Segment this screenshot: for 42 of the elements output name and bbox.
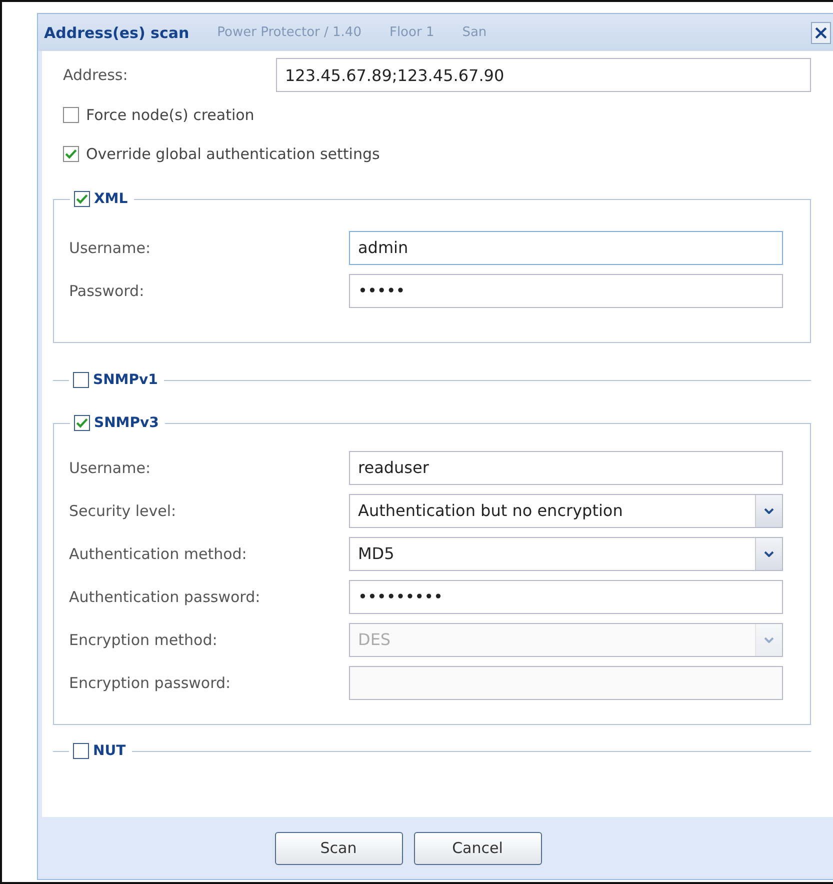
address-field[interactable]: 123.45.67.89;123.45.67.90 [276,58,811,92]
fieldset-legend: NUT [93,743,126,759]
caret-icon [764,508,774,514]
checkbox-label: Force node(s) creation [86,106,254,124]
check-icon [76,418,88,428]
scan-button[interactable]: Scan [274,832,402,864]
close-button[interactable] [811,22,831,44]
checkbox[interactable] [63,106,79,122]
checkbox[interactable] [74,191,90,207]
text-field[interactable]: readuser [349,450,783,484]
field-label: Authentication method: [69,544,248,562]
caret-icon [764,636,774,642]
password-field[interactable]: ••••• [349,274,783,308]
field-label: Username: [69,458,152,476]
field-label: Encryption password: [69,674,232,692]
fieldset-legend: SNMPv3 [94,415,159,431]
caret-icon [764,550,774,556]
background-text: Power Protector / 1.40 [217,25,362,40]
password-field[interactable]: ••••••••• [349,580,783,614]
checkbox[interactable] [63,146,79,162]
cancel-button[interactable]: Cancel [414,832,542,864]
field-label: Password: [69,282,146,300]
checkbox-label: Override global authentication settings [86,144,380,162]
field-label: Encryption method: [69,630,218,648]
check-icon [76,194,88,204]
checkbox[interactable] [74,415,90,431]
fieldset-legend: SNMPv1 [93,372,158,388]
field-label: Security level: [69,502,178,520]
text-field[interactable]: admin [349,230,783,264]
dropdown-field[interactable]: MD5 [349,536,783,570]
field-label: Username: [69,238,152,256]
dropdown-field[interactable]: Authentication but no encryption [349,494,783,528]
window-title: Address(es) scan [44,24,190,42]
background-text: San [462,25,487,40]
checkbox[interactable] [73,372,89,388]
close-icon [815,26,827,38]
field-label: Authentication password: [69,588,262,606]
field-label: Address: [63,66,129,84]
checkbox[interactable] [73,743,89,759]
background-text: Floor 1 [389,25,434,40]
check-icon [65,148,77,158]
fieldset-legend: XML [94,191,128,207]
